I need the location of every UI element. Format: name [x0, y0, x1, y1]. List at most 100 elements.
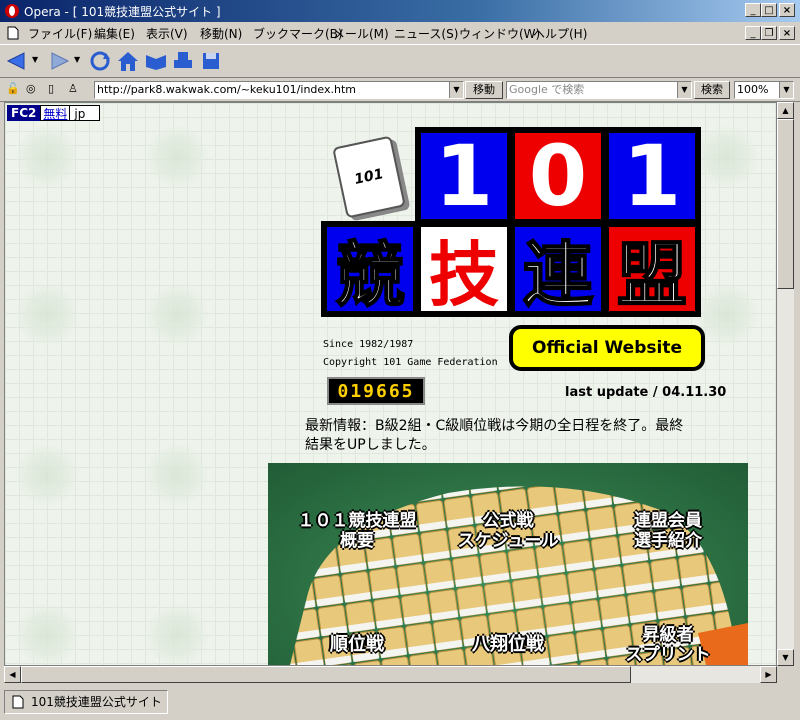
- logo-digit-block: 1: [603, 127, 701, 225]
- vertical-scrollbar[interactable]: ▲ ▼: [777, 102, 794, 666]
- vertical-scroll-thumb[interactable]: [777, 119, 794, 289]
- back-dropdown-icon[interactable]: ▼: [32, 55, 38, 64]
- logo-digit-block: 1: [415, 127, 513, 225]
- doc-restore-button[interactable]: ❐: [761, 26, 777, 40]
- bg-ornament: [145, 283, 209, 347]
- bg-ornament: [15, 443, 79, 507]
- bg-ornament: [695, 125, 759, 189]
- menu-window[interactable]: ウィンドウ(W): [459, 25, 540, 42]
- maximize-button[interactable]: □: [761, 3, 777, 17]
- menu-link-members[interactable]: 連盟会員 選手紹介: [598, 511, 738, 551]
- logo-kanji-block: 盟: [603, 221, 701, 317]
- horizontal-scroll-thumb[interactable]: [21, 666, 631, 683]
- news-text: 最新情報：B級2組・C級順位戦は今期の全日程を終了。最終 結果をUPしました。: [305, 417, 735, 455]
- bg-ornament: [145, 603, 209, 665]
- menu-link-schedule[interactable]: 公式戦 スケジュール: [438, 511, 578, 551]
- window-title: Opera - [ 101競技連盟公式サイト ]: [24, 5, 221, 19]
- status-pane[interactable]: 101競技連盟公式サイト: [4, 690, 168, 714]
- menu-link-line: 八翔位戦: [472, 634, 544, 655]
- menu-link-line: 公式戦: [482, 511, 534, 531]
- logo-digit: 0: [528, 127, 588, 225]
- url-field[interactable]: http://park8.wakwak.com/~keku101/index.h…: [94, 81, 464, 99]
- security-icon[interactable]: 🔓: [6, 82, 20, 95]
- logo-digit: 1: [434, 127, 494, 225]
- fc2-free-link[interactable]: 無料: [40, 105, 71, 121]
- back-icon[interactable]: [6, 51, 28, 71]
- hotlist-icon[interactable]: [144, 51, 168, 71]
- search-button[interactable]: 検索: [694, 81, 730, 99]
- menu-link-line: 昇級者: [642, 625, 694, 645]
- menu-news[interactable]: ニュース(S): [394, 25, 458, 42]
- menu-link-sprint[interactable]: 昇級者 スプリント: [598, 625, 738, 665]
- menu-mail[interactable]: メール(M): [333, 25, 389, 42]
- zoom-select[interactable]: 100% ▼: [734, 81, 794, 99]
- horizontal-scrollbar[interactable]: ◀ ▶: [4, 666, 777, 683]
- bg-ornament: [15, 125, 79, 189]
- menu-bar: ファイル(F) 編集(E) 表示(V) 移動(N) ブックマーク(B) メール(…: [0, 22, 800, 44]
- zoom-dropdown-icon[interactable]: ▼: [779, 82, 793, 98]
- logo-kanji: 技: [429, 233, 499, 316]
- wand-icon[interactable]: ◎: [26, 82, 36, 95]
- menu-image: １０１競技連盟 概要 公式戦 スケジュール 連盟会員 選手紹介 順位戦 八翔位戦…: [268, 463, 748, 665]
- title-bar[interactable]: Opera - [ 101競技連盟公式サイト ] _ □ ×: [0, 0, 800, 22]
- menu-link-ranking[interactable]: 順位戦: [282, 635, 432, 655]
- scroll-left-icon[interactable]: ◀: [4, 666, 21, 683]
- save-icon[interactable]: [200, 50, 222, 72]
- logo-kanji-block: 連: [509, 221, 607, 317]
- last-update: last update / 04.11.30: [565, 385, 727, 400]
- menu-link-hassho[interactable]: 八翔位戦: [438, 635, 578, 655]
- logo-digit: 1: [622, 127, 682, 225]
- bg-ornament: [15, 603, 79, 665]
- forward-dropdown-icon[interactable]: ▼: [74, 55, 80, 64]
- scroll-right-icon[interactable]: ▶: [760, 666, 777, 683]
- status-bar: 101競技連盟公式サイト: [0, 686, 800, 720]
- user-icon[interactable]: ♙: [68, 82, 78, 95]
- news-line: 最新情報：B級2組・C級順位戦は今期の全日程を終了。最終: [305, 418, 684, 434]
- scroll-down-icon[interactable]: ▼: [777, 649, 794, 666]
- close-button[interactable]: ×: [779, 3, 795, 17]
- access-counter: 019665: [327, 377, 425, 405]
- status-text: 101競技連盟公式サイト: [31, 695, 162, 709]
- page-content: FC2 無料 jp 101 1 0 1 競 技 連 盟 Since 1982/1…: [4, 102, 777, 666]
- reload-icon[interactable]: [88, 50, 112, 72]
- scroll-up-icon[interactable]: ▲: [777, 102, 794, 119]
- minimize-button[interactable]: _: [745, 3, 761, 17]
- copyright-text: Copyright 101 Game Federation: [323, 357, 498, 368]
- menu-link-line: 順位戦: [330, 634, 384, 655]
- menu-help[interactable]: ヘルプ(H): [533, 25, 587, 42]
- search-dropdown-icon[interactable]: ▼: [677, 82, 691, 98]
- bg-ornament: [145, 125, 209, 189]
- zoom-value: 100%: [737, 83, 769, 96]
- search-placeholder: Google で検索: [509, 83, 585, 96]
- forward-icon[interactable]: [48, 51, 70, 71]
- menu-navigate[interactable]: 移動(N): [200, 25, 242, 42]
- official-website-badge: Official Website: [509, 325, 705, 371]
- menu-link-line: スプリント: [625, 645, 711, 665]
- logo-kanji-block: 競: [321, 221, 419, 317]
- home-icon[interactable]: [115, 50, 141, 72]
- menu-edit[interactable]: 編集(E): [94, 25, 135, 42]
- print-icon[interactable]: [172, 50, 194, 72]
- logo-kanji: 連: [522, 233, 594, 317]
- go-button[interactable]: 移動: [465, 81, 503, 99]
- fc2-ad[interactable]: FC2 無料 jp: [7, 105, 101, 121]
- menu-link-line: スケジュール: [457, 531, 559, 551]
- page-icon[interactable]: ▯: [48, 82, 54, 95]
- doc-close-button[interactable]: ×: [779, 26, 795, 40]
- mahjong-tile-logo: 101: [332, 135, 406, 219]
- url-dropdown-icon[interactable]: ▼: [449, 82, 463, 98]
- news-line: 結果をUPしました。: [305, 437, 436, 453]
- url-text: http://park8.wakwak.com/~keku101/index.h…: [97, 83, 356, 96]
- bg-ornament: [15, 283, 79, 347]
- search-field[interactable]: Google で検索 ▼: [506, 81, 692, 99]
- tile-logo-text: 101: [353, 166, 385, 188]
- menu-link-overview[interactable]: １０１競技連盟 概要: [282, 511, 432, 551]
- menu-view[interactable]: 表示(V): [146, 25, 188, 42]
- menu-bookmarks[interactable]: ブックマーク(B): [253, 25, 343, 42]
- logo-digit-block: 0: [509, 127, 607, 225]
- opera-icon: [5, 4, 19, 18]
- doc-minimize-button[interactable]: _: [745, 26, 761, 40]
- menu-file[interactable]: ファイル(F): [28, 25, 92, 42]
- menu-link-line: １０１競技連盟: [297, 511, 417, 531]
- document-icon: [12, 695, 24, 709]
